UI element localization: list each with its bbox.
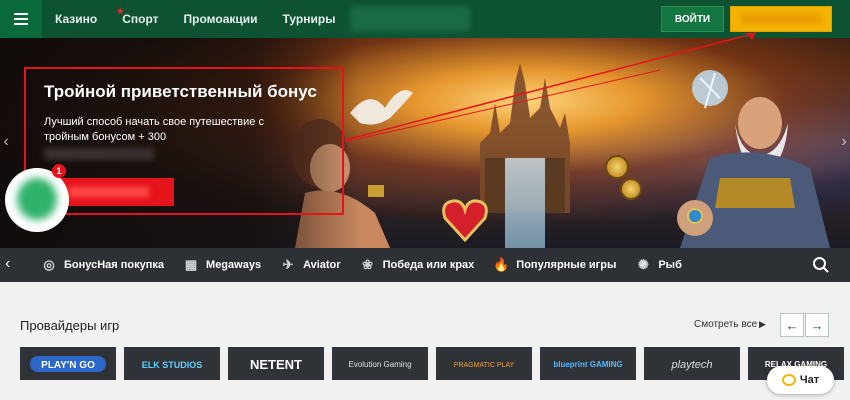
svg-text:blueprint GAMING: blueprint GAMING (553, 360, 622, 369)
providers-next-button[interactable]: → (805, 313, 829, 337)
notification-badge: 1 (52, 164, 66, 178)
category-popular[interactable]: 🔥 Популярные игры (492, 256, 616, 274)
provider-blueprint[interactable]: blueprint GAMING (540, 347, 636, 380)
banner-description: Лучший способ начать свое путешествие с … (44, 116, 264, 143)
top-navbar: Казино ★ Спорт Промоакции Турниры ВОЙТИ (0, 0, 850, 38)
provider-elk[interactable]: ELK STUDIOS (124, 347, 220, 380)
svg-text:Evolution Gaming: Evolution Gaming (348, 360, 411, 369)
svg-text:PLAY'N GO: PLAY'N GO (41, 360, 95, 371)
provider-logo: Evolution Gaming (348, 360, 411, 369)
coin-illustration (605, 155, 629, 179)
provider-logo: blueprint GAMING (553, 360, 622, 369)
category-bonus-buy[interactable]: ◎ БонусНая покупка (40, 256, 164, 274)
nav-promotions[interactable]: Промоакции (184, 12, 258, 26)
chat-icon (781, 374, 796, 386)
category-list: ◎ БонусНая покупка ▦ Megaways ✈ Aviator ❀ По… (40, 248, 700, 282)
slot-reels-icon: ▦ (184, 257, 198, 272)
register-button[interactable] (730, 6, 832, 32)
zeus-illustration (677, 70, 830, 248)
airplane-icon: ✈ (282, 257, 294, 272)
provider-logo: ELK STUDIOS (142, 360, 203, 370)
nav-casino[interactable]: Казино (55, 12, 97, 26)
heart-symbol-illustration (442, 199, 488, 243)
coin-illustration (620, 178, 642, 200)
chat-button[interactable]: Чат (767, 366, 834, 394)
provider-playngo[interactable]: PLAY'N GO (20, 347, 116, 380)
nav-sport[interactable]: ★ Спорт (116, 6, 158, 26)
svg-text:ELK STUDIOS: ELK STUDIOS (142, 360, 203, 370)
search-icon[interactable] (812, 256, 830, 274)
provider-logo: playtech (671, 359, 713, 371)
login-button[interactable]: ВОЙТИ (661, 6, 724, 32)
chevron-left-icon[interactable]: ‹ (5, 255, 10, 273)
star-icon: ★ (116, 6, 125, 16)
providers-list: PLAY'N GO ELK STUDIOS NETENT Evolution G… (20, 347, 850, 380)
provider-netent[interactable]: NETENT (228, 347, 324, 380)
cherries-icon: ❀ (362, 257, 374, 272)
waterfall-illustration (505, 158, 545, 248)
category-aviator[interactable]: ✈ Aviator (279, 256, 341, 274)
nav-tournaments[interactable]: Турниры (283, 12, 336, 26)
banner-next-icon[interactable]: › (838, 131, 850, 153)
provider-logo: NETENT (250, 357, 302, 372)
play-arrow-icon: ▶ (759, 319, 766, 329)
chevron-right-icon[interactable]: › (640, 254, 645, 272)
category-megaways[interactable]: ▦ Megaways (182, 256, 261, 274)
category-win-or-crash[interactable]: ❀ Победа или крах (359, 256, 474, 274)
provider-evolution[interactable]: Evolution Gaming (332, 347, 428, 380)
banner-title: Тройной приветственный бонус (44, 82, 317, 101)
svg-text:NETENT: NETENT (250, 357, 302, 372)
main-nav: Казино ★ Спорт Промоакции Турниры (55, 0, 360, 38)
provider-logo: PLAY'N GO (30, 355, 106, 372)
provider-pragmatic[interactable]: PRAGMATIC PLAY (436, 347, 532, 380)
site-logo[interactable] (350, 6, 470, 32)
svg-text:PRAGMATIC PLAY: PRAGMATIC PLAY (454, 362, 515, 369)
provider-logo: PRAGMATIC PLAY (454, 362, 515, 369)
provider-playtech[interactable]: playtech (644, 347, 740, 380)
providers-prev-button[interactable]: ← (780, 313, 804, 337)
menu-icon[interactable] (0, 0, 42, 38)
banner-prev-icon[interactable]: ‹ (0, 131, 12, 153)
providers-heading: Провайдеры игр (20, 318, 120, 333)
see-all-link[interactable]: Смотреть все (694, 319, 757, 330)
promo-banner[interactable]: Тройной приветственный бонус Лучший спос… (0, 38, 850, 248)
category-bar: ‹ ◎ БонусНая покупка ▦ Megaways ✈ Aviator ❀… (0, 248, 850, 282)
fire-icon: 🔥 (493, 257, 510, 272)
bonus-buy-icon: ◎ (43, 257, 55, 272)
banner-redacted-text (44, 148, 154, 160)
svg-text:playtech: playtech (671, 359, 713, 371)
